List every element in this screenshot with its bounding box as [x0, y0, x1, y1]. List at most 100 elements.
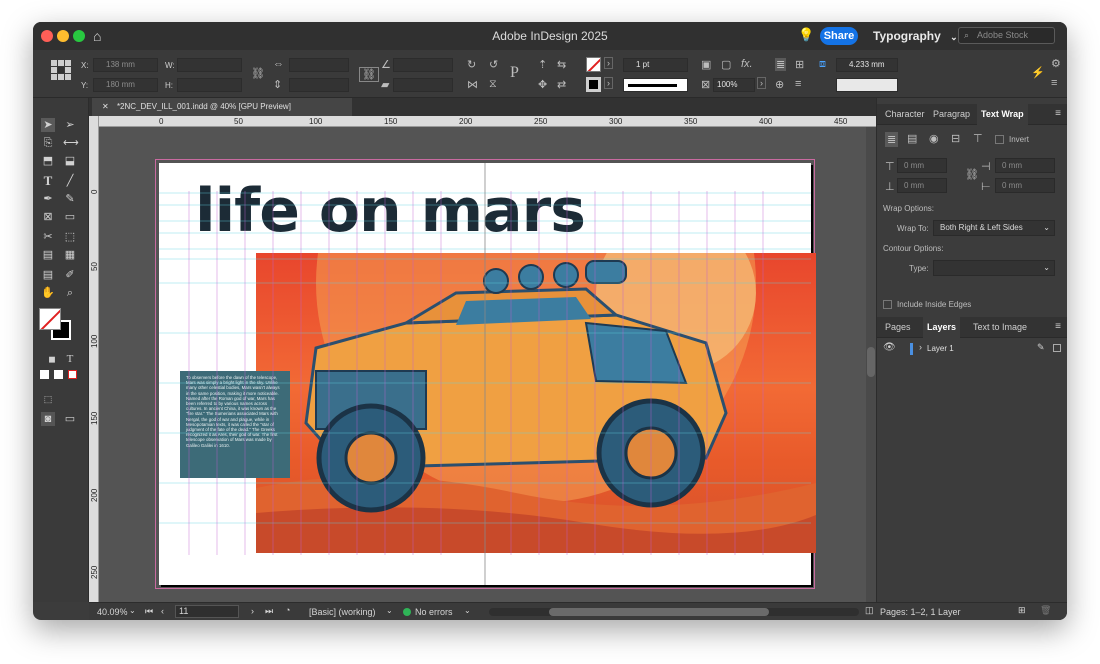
zoom-level-field[interactable]: 40.09%: [97, 607, 128, 617]
normal-view-icon[interactable]: ◙: [41, 412, 55, 426]
flip-horizontal-icon[interactable]: ⋈: [467, 78, 478, 91]
document-tab[interactable]: ✕ *2NC_DEV_ILL_001.indd @ 40% [GPU Previ…: [92, 98, 352, 116]
flip-vertical-icon[interactable]: ⧖: [489, 78, 497, 91]
panel-scrollbar[interactable]: [867, 347, 875, 377]
select-container-icon[interactable]: ⇡: [538, 58, 547, 71]
visibility-eye-icon[interactable]: 👁: [883, 342, 896, 353]
formatting-text-icon[interactable]: T: [63, 352, 77, 366]
reference-point-icon[interactable]: [51, 60, 71, 80]
x-position-field[interactable]: 138 mm: [93, 58, 158, 72]
color-preview-select[interactable]: [836, 78, 898, 92]
fill-stroke-swatches[interactable]: [39, 308, 73, 342]
link-offsets-icon[interactable]: ⛓: [965, 168, 979, 181]
chevron-down-icon[interactable]: ⌄: [129, 606, 136, 615]
include-inside-edges-checkbox[interactable]: [883, 300, 892, 309]
horizontal-ruler[interactable]: 0 50 100 150 200 250 300 350 400 450: [99, 116, 876, 127]
constrain-proportions-icon[interactable]: ⛓: [251, 67, 265, 80]
left-offset-field[interactable]: 0 mm: [995, 158, 1055, 173]
lightbulb-icon[interactable]: 💡: [798, 27, 814, 43]
chevron-down-icon[interactable]: ⌄: [386, 606, 393, 615]
delete-layer-icon[interactable]: 🗑: [1040, 605, 1051, 616]
fill-menu-arrow-icon[interactable]: ›: [604, 57, 613, 69]
adobe-stock-search-input[interactable]: ⌕ Adobe Stock: [958, 27, 1055, 44]
select-content-icon[interactable]: ✥: [538, 78, 547, 91]
layout-mode-icon[interactable]: ⬚: [41, 392, 55, 406]
gap-tool-icon[interactable]: ⟷: [63, 136, 79, 150]
previous-page-icon[interactable]: ‹: [161, 606, 164, 616]
tab-pages[interactable]: Pages: [881, 317, 915, 338]
page-number-field[interactable]: 11: [175, 605, 239, 618]
text-frame-options-icon[interactable]: ▣: [701, 58, 711, 71]
tab-character[interactable]: Character: [881, 104, 929, 125]
quick-actions-icon[interactable]: ⚡: [1031, 66, 1045, 79]
effects-icon[interactable]: fx.: [741, 58, 753, 70]
gutter-field[interactable]: 4.233 mm: [836, 58, 898, 72]
wrap-bounding-box-icon[interactable]: ▤: [907, 132, 917, 145]
gradient-swatch-tool-icon[interactable]: ▤: [41, 248, 55, 262]
jump-object-icon[interactable]: ⊟: [951, 132, 960, 145]
next-page-icon[interactable]: ›: [251, 606, 254, 616]
wrap-to-select[interactable]: Both Right & Left Sides ⌄: [933, 220, 1055, 236]
stroke-menu-arrow-icon[interactable]: ›: [604, 77, 613, 89]
content-placer-icon[interactable]: ⬓: [63, 154, 77, 168]
scale-y-field[interactable]: [289, 78, 349, 92]
rectangle-tool-icon[interactable]: ▭: [63, 210, 77, 224]
align-center-icon[interactable]: ⊞: [795, 58, 804, 71]
horizontal-scrollbar[interactable]: [489, 608, 859, 616]
bottom-offset-field[interactable]: 0 mm: [897, 178, 947, 193]
align-left-icon[interactable]: ≣: [775, 58, 787, 71]
panel-menu-icon[interactable]: ≡: [1051, 77, 1057, 89]
preflight-errors[interactable]: No errors: [415, 607, 453, 617]
fill-swatch[interactable]: [586, 57, 601, 72]
first-page-icon[interactable]: ⏮: [145, 606, 153, 617]
split-window-icon[interactable]: ◫: [865, 605, 874, 616]
mars-rover-illustration[interactable]: [256, 253, 816, 553]
constrain-scale-icon[interactable]: ⛓: [359, 67, 379, 82]
rotation-field[interactable]: [393, 58, 453, 72]
layer-row[interactable]: 👁 › Layer 1 ✎: [877, 341, 1067, 357]
line-tool-icon[interactable]: ╱: [63, 174, 77, 188]
preflight-profile[interactable]: [Basic] (working): [309, 607, 376, 617]
frame-fitting-icon[interactable]: ▢: [721, 58, 731, 71]
align-spacing-icon[interactable]: ≡: [795, 78, 801, 90]
rectangle-frame-tool-icon[interactable]: ⊠: [41, 210, 55, 224]
select-next-icon[interactable]: ⇄: [557, 78, 566, 91]
pasteboard[interactable]: life on mars To observers before the daw…: [99, 127, 876, 602]
no-wrap-icon[interactable]: ≣: [885, 132, 899, 147]
panel-menu-icon[interactable]: ≡: [1055, 108, 1061, 119]
caption-text-frame[interactable]: To observers before the dawn of the tele…: [180, 371, 290, 478]
eyedropper-tool-icon[interactable]: ✐: [63, 268, 77, 282]
settings-gear-icon[interactable]: ⚙: [1051, 57, 1061, 70]
apply-none-icon[interactable]: [68, 370, 77, 379]
tab-text-to-image[interactable]: Text to Image: [969, 317, 1031, 338]
note-tool-icon[interactable]: ▤: [41, 268, 55, 282]
type-tool-icon[interactable]: T: [41, 174, 55, 188]
tab-text-wrap[interactable]: Text Wrap: [977, 104, 1028, 125]
scissors-tool-icon[interactable]: ✂: [41, 230, 55, 244]
invert-checkbox[interactable]: [995, 135, 1004, 144]
fill-indicator[interactable]: [39, 308, 61, 330]
width-field[interactable]: [177, 58, 242, 72]
headline-text-frame[interactable]: life on mars: [195, 181, 586, 241]
last-page-icon[interactable]: ⏭: [265, 606, 273, 617]
scale-x-field[interactable]: [289, 58, 349, 72]
rotate-cw-icon[interactable]: ↻: [467, 58, 476, 71]
hand-tool-icon[interactable]: ✋: [41, 286, 55, 300]
formatting-container-icon[interactable]: ◼: [45, 352, 59, 366]
screen-mode-icon[interactable]: ▭: [63, 412, 77, 426]
layer-selection-indicator[interactable]: [1053, 344, 1061, 352]
rotate-ccw-icon[interactable]: ↺: [489, 58, 498, 71]
stroke-weight-field[interactable]: 1 pt: [623, 58, 688, 72]
selection-tool-icon[interactable]: ➤: [41, 118, 55, 132]
opacity-menu-arrow-icon[interactable]: ›: [757, 77, 766, 89]
page-status-icon[interactable]: ◔: [285, 605, 290, 615]
jump-next-column-icon[interactable]: ⊤: [973, 132, 983, 145]
scrollbar-thumb[interactable]: [549, 608, 769, 616]
apply-gradient-icon[interactable]: [54, 370, 63, 379]
content-collector-icon[interactable]: ⬒: [41, 154, 55, 168]
contour-type-select[interactable]: ⌄: [933, 260, 1055, 276]
direct-selection-tool-icon[interactable]: ➢: [63, 118, 77, 132]
free-transform-tool-icon[interactable]: ⬚: [63, 230, 77, 244]
right-offset-field[interactable]: 0 mm: [995, 178, 1055, 193]
zoom-tool-icon[interactable]: ⌕: [63, 286, 77, 300]
